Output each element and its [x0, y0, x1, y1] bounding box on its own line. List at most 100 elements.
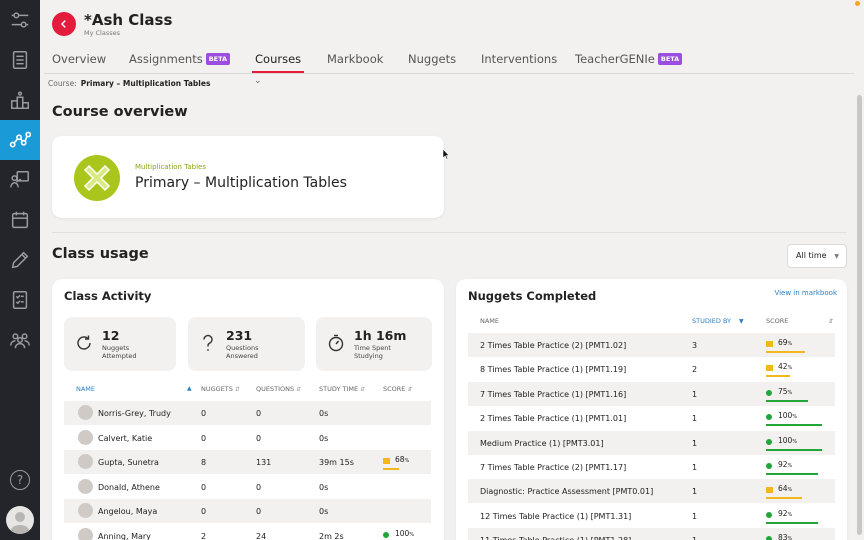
- score-value: 100%: [395, 528, 415, 538]
- nugget-name[interactable]: 12 Times Table Practice (1) [PMT1.31]: [480, 512, 631, 521]
- nugget-name[interactable]: 2 Times Table Practice (1) [PMT1.01]: [480, 414, 626, 423]
- student-name[interactable]: Calvert, Katie: [98, 434, 152, 443]
- sort-asc-icon[interactable]: ▲: [185, 384, 192, 392]
- table-row[interactable]: 8 Times Table Practice (1) [PMT1.19] 2 42%: [468, 357, 835, 381]
- sidebar-list-icon[interactable]: [0, 40, 40, 80]
- sidebar-checklist-icon[interactable]: [0, 280, 40, 320]
- tab-teachergenie[interactable]: TeacherGENIe BETA: [575, 52, 683, 66]
- nugget-name[interactable]: Diagnostic: Practice Assessment [PMT0.01…: [480, 487, 653, 496]
- score-marker: [766, 463, 772, 469]
- table-row[interactable]: 7 Times Table Practice (2) [PMT1.17] 1 92%: [468, 455, 835, 479]
- student-name[interactable]: Norris-Grey, Trudy: [98, 409, 171, 418]
- sort-icon: ⇵: [828, 318, 834, 325]
- student-name[interactable]: Donald, Athene: [98, 483, 160, 492]
- score-bar: [766, 448, 822, 451]
- sidebar-pencil-icon[interactable]: [0, 240, 40, 280]
- course-selector-value: Primary – Multiplication Tables: [80, 79, 211, 88]
- study-time: 2m 2s: [319, 531, 344, 540]
- tabs-divider: [44, 73, 854, 74]
- column-header-studied-by[interactable]: STUDIED BY ▼: [692, 317, 744, 325]
- study-time: 0s: [319, 507, 329, 516]
- table-row[interactable]: 2 Times Table Practice (2) [PMT1.02] 3 69%: [468, 333, 835, 357]
- column-header-study-time[interactable]: STUDY TIME ⇵: [319, 385, 365, 393]
- score-bar: [766, 473, 818, 475]
- time-filter-select[interactable]: All time ▼: [787, 244, 847, 268]
- table-row[interactable]: Calvert, Katie 0 0 0s: [64, 426, 431, 450]
- table-row[interactable]: Medium Practice (1) [PMT3.01] 1 100%: [468, 430, 835, 455]
- score-bar: [766, 521, 818, 524]
- course-selector[interactable]: Course: Primary – Multiplication Tables: [48, 79, 210, 88]
- table-row[interactable]: 11 Times Table Practice (1) [PMT1.28] 1 83…: [468, 528, 835, 540]
- class-breadcrumb[interactable]: My Classes: [84, 29, 120, 37]
- nugget-name[interactable]: 8 Times Table Practice (1) [PMT1.19]: [480, 365, 626, 374]
- student-avatar: [78, 478, 93, 494]
- studied-by-count: 1: [692, 463, 698, 472]
- beta-badge: BETA: [657, 53, 683, 65]
- sidebar-nav: ?: [0, 0, 40, 540]
- tab-overview[interactable]: Overview: [52, 52, 106, 66]
- section-divider: [52, 232, 847, 233]
- stopwatch-icon: [328, 334, 344, 352]
- tab-interventions[interactable]: Interventions: [481, 52, 557, 66]
- user-avatar[interactable]: [6, 506, 34, 534]
- course-card[interactable]: Multiplication Tables Primary – Multipli…: [52, 136, 444, 218]
- studied-by-count: 1: [692, 438, 698, 448]
- score-value: 100%: [778, 411, 798, 421]
- stat-value: 12: [102, 328, 120, 343]
- sidebar-courses-icon[interactable]: [0, 120, 40, 160]
- sort-desc-icon: ▼: [739, 318, 744, 325]
- score-bar: [766, 351, 805, 353]
- tab-markbook[interactable]: Markbook: [327, 52, 383, 66]
- student-name[interactable]: Gupta, Sunetra: [98, 458, 159, 467]
- nuggets-completed-panel: Nuggets Completed View in markbook NAME …: [456, 279, 847, 540]
- view-in-markbook-link[interactable]: View in markbook: [774, 289, 837, 297]
- sidebar-teacher-board-icon[interactable]: [0, 160, 40, 200]
- sidebar-people-icon[interactable]: [0, 320, 40, 360]
- mouse-cursor-icon: [442, 148, 450, 160]
- stat-value: 231: [226, 328, 253, 343]
- questions-count: 24: [256, 531, 267, 540]
- nugget-name[interactable]: 11 Times Table Practice (1) [PMT1.28]: [480, 536, 631, 540]
- column-header-nuggets[interactable]: NUGGETS ⇵: [201, 385, 240, 393]
- table-row[interactable]: Anning, Mary 2 24 2m 2s 100%: [64, 524, 431, 540]
- nuggets-count: 0: [201, 433, 207, 443]
- table-row[interactable]: Norris-Grey, Trudy 0 0 0s: [64, 401, 431, 425]
- chevron-down-icon[interactable]: ⌄: [254, 76, 262, 86]
- tab-courses[interactable]: Courses: [255, 52, 301, 66]
- tab-assignments[interactable]: Assignments BETA: [129, 52, 231, 66]
- studied-by-count: 1: [692, 389, 698, 399]
- nugget-name[interactable]: Medium Practice (1) [PMT3.01]: [480, 439, 604, 448]
- back-button[interactable]: [52, 12, 76, 36]
- course-overview-heading: Course overview: [52, 104, 188, 120]
- study-time: 0s: [319, 482, 329, 492]
- table-row[interactable]: Diagnostic: Practice Assessment [PMT0.01…: [468, 479, 835, 504]
- score-bar: [766, 399, 808, 402]
- nugget-name[interactable]: 2 Times Table Practice (2) [PMT1.02]: [480, 341, 626, 350]
- score-value: 92%: [778, 508, 793, 518]
- nugget-name[interactable]: 7 Times Table Practice (2) [PMT1.17]: [480, 463, 626, 472]
- nugget-name[interactable]: 7 Times Table Practice (1) [PMT1.16]: [480, 390, 626, 399]
- column-header-name[interactable]: NAME: [480, 317, 499, 325]
- class-activity-title: Class Activity: [64, 289, 152, 303]
- table-row[interactable]: Gupta, Sunetra 8 131 39m 15s 68%: [64, 450, 431, 474]
- help-icon[interactable]: ?: [10, 470, 30, 490]
- page-scrollbar[interactable]: [857, 95, 862, 535]
- sidebar-calendar-icon[interactable]: [0, 200, 40, 240]
- table-row[interactable]: 7 Times Table Practice (1) [PMT1.16] 1 75%: [468, 381, 835, 406]
- table-row[interactable]: Donald, Athene 0 0 0s: [64, 475, 431, 499]
- sidebar-podium-icon[interactable]: [0, 80, 40, 120]
- study-time: 0s: [319, 409, 329, 418]
- table-row[interactable]: 12 Times Table Practice (1) [PMT1.31] 1 92…: [468, 504, 835, 528]
- column-header-questions[interactable]: QUESTIONS ⇵: [256, 385, 301, 393]
- column-header-score[interactable]: SCORE ⇵: [766, 317, 833, 325]
- student-name[interactable]: Angelou, Maya: [98, 507, 157, 516]
- student-avatar: [78, 503, 93, 518]
- table-row[interactable]: Angelou, Maya 0 0 0s: [64, 499, 431, 523]
- student-name[interactable]: Anning, Mary: [98, 532, 151, 540]
- sidebar-settings-sliders-icon[interactable]: [0, 0, 40, 40]
- column-header-name[interactable]: NAME: [76, 385, 95, 393]
- column-header-score[interactable]: SCORE ⇵: [383, 385, 412, 393]
- tab-nuggets[interactable]: Nuggets: [408, 52, 456, 66]
- table-row[interactable]: 2 Times Table Practice (1) [PMT1.01] 1 100…: [468, 406, 835, 430]
- nuggets-count: 2: [201, 531, 207, 540]
